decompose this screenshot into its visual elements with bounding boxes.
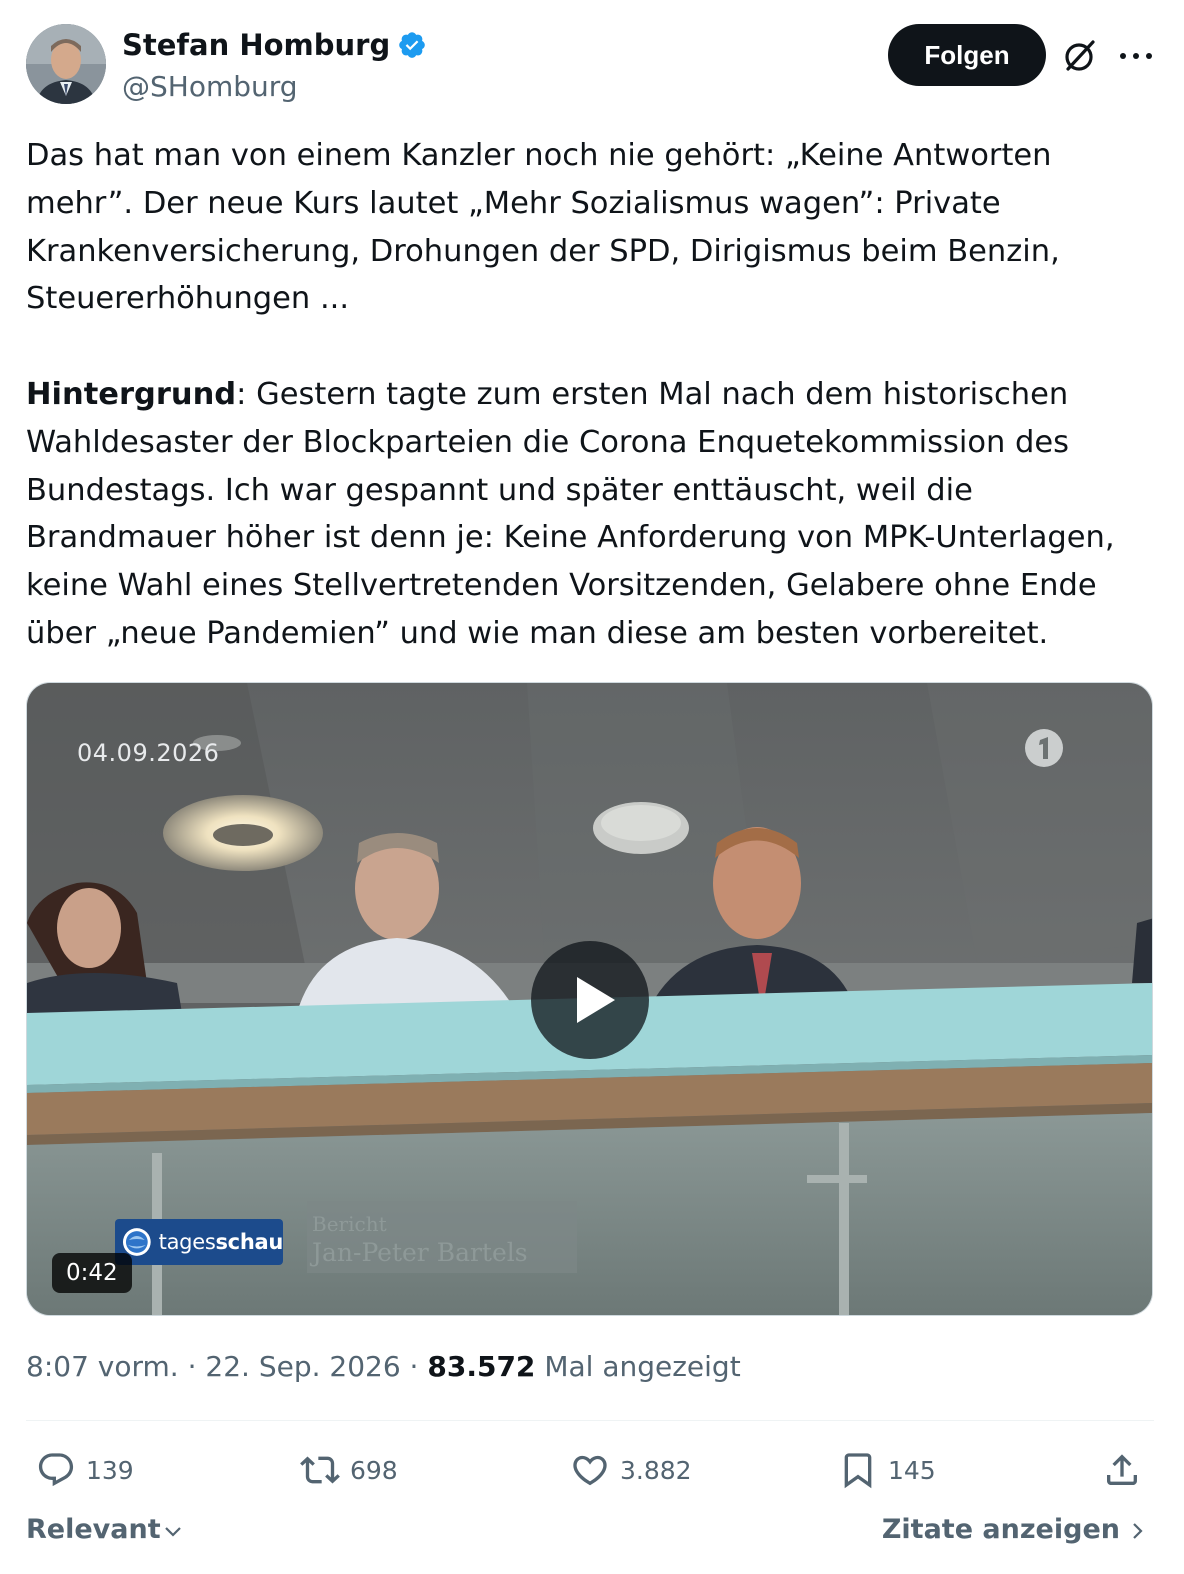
- action-bar: 139 698 3.882 145: [26, 1440, 1156, 1504]
- tweet-date[interactable]: 22. Sep. 2026: [205, 1350, 400, 1383]
- tweet-meta: 8:07 vorm. · 22. Sep. 2026 · 83.572 Mal …: [26, 1350, 741, 1383]
- share-button[interactable]: [1102, 1450, 1152, 1490]
- like-count: 3.882: [620, 1455, 692, 1485]
- view-quotes-link[interactable]: Zitate anzeigen: [882, 1514, 1148, 1545]
- repost-count: 698: [350, 1455, 398, 1485]
- meta-separator: ·: [178, 1350, 206, 1383]
- more-dot: [1133, 53, 1139, 59]
- tweet-paragraph-2: Hintergrund: Gestern tagte zum ersten Ma…: [26, 371, 1156, 658]
- avatar[interactable]: [26, 24, 106, 104]
- play-button[interactable]: [531, 941, 649, 1059]
- sort-label: Relevant: [26, 1514, 161, 1545]
- grok-icon[interactable]: [1062, 38, 1098, 74]
- handle[interactable]: @SHomburg: [122, 70, 298, 103]
- more-dot: [1120, 53, 1126, 59]
- tweet-time[interactable]: 8:07 vorm.: [26, 1350, 179, 1383]
- chevron-right-icon: [1133, 1522, 1143, 1539]
- video-caption-line1: Bericht: [312, 1212, 387, 1236]
- divider: [26, 1420, 1154, 1421]
- video-date-overlay: 04.09.2026: [77, 739, 220, 767]
- video-duration: 0:42: [52, 1253, 132, 1293]
- more-dot: [1146, 53, 1152, 59]
- like-button[interactable]: 3.882: [570, 1450, 692, 1490]
- tagesschau-label-bold: schau: [215, 1230, 283, 1254]
- chevron-down-icon: [164, 1526, 181, 1537]
- bookmark-icon: [844, 1453, 872, 1489]
- bookmark-count: 145: [888, 1455, 936, 1485]
- repost-button[interactable]: 698: [300, 1450, 398, 1490]
- sort-dropdown[interactable]: Relevant: [26, 1514, 183, 1545]
- video-player[interactable]: Bericht Jan-Peter Bartels 04.09.2026 tag…: [26, 682, 1153, 1316]
- display-name[interactable]: Stefan Homburg: [122, 28, 390, 62]
- reply-count: 139: [86, 1455, 134, 1485]
- tweet-header: Stefan Homburg @SHomburg Folgen: [26, 24, 1156, 104]
- tweet-bold-label: Hintergrund: [26, 376, 237, 412]
- repost-icon: [300, 1456, 340, 1484]
- view-quotes-label: Zitate anzeigen: [881, 1514, 1120, 1545]
- bookmark-button[interactable]: 145: [838, 1450, 936, 1490]
- verified-badge-icon: [399, 32, 426, 58]
- tagesschau-label: tagesschau: [158, 1230, 284, 1254]
- tagesschau-label-thin: tages: [158, 1230, 216, 1254]
- follow-button[interactable]: Folgen: [888, 24, 1046, 86]
- tweet-paragraph-1: Das hat man von einem Kanzler noch nie g…: [26, 138, 1060, 317]
- reply-icon: [38, 1453, 74, 1487]
- more-icon[interactable]: [1116, 38, 1156, 74]
- tweet-text: Das hat man von einem Kanzler noch nie g…: [26, 132, 1156, 658]
- play-icon: [577, 977, 615, 1023]
- heart-icon: [573, 1455, 607, 1486]
- view-count-label: Mal angezeigt: [535, 1350, 741, 1383]
- reply-controls: Relevant Zitate anzeigen: [26, 1514, 1156, 1554]
- tagesschau-logo: tagesschau: [115, 1219, 283, 1265]
- meta-separator: ·: [400, 1350, 428, 1383]
- tweet-paragraph-2-text: : Gestern tagte zum ersten Mal nach dem …: [26, 376, 1115, 651]
- share-icon: [1107, 1454, 1137, 1485]
- video-caption-line2: Jan-Peter Bartels: [309, 1238, 528, 1267]
- name-row: Stefan Homburg: [122, 28, 427, 62]
- view-count: 83.572: [427, 1350, 536, 1383]
- channel-logo-icon: [1025, 729, 1063, 767]
- reply-button[interactable]: 139: [36, 1450, 134, 1490]
